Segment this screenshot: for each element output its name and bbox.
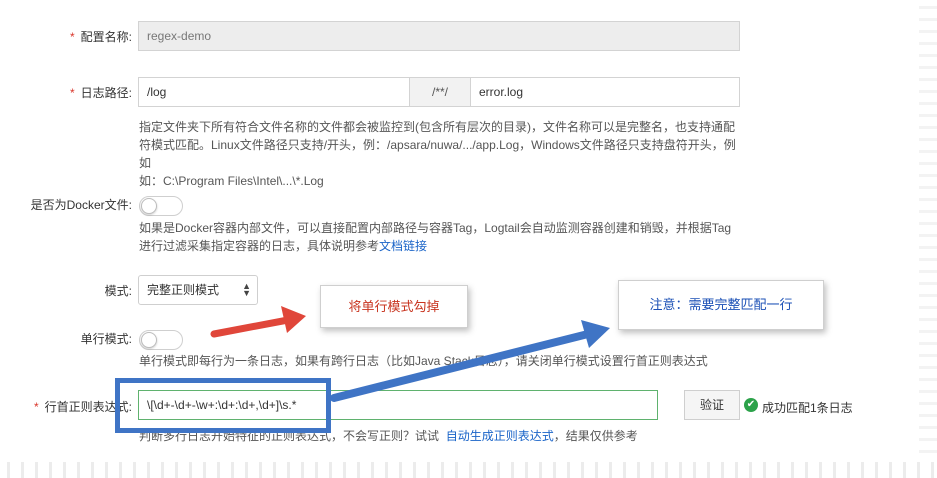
annotation-arrows <box>210 306 610 402</box>
red-arrow <box>210 306 306 338</box>
callout-uncheck-single-line: 将单行模式勾掉 <box>320 285 468 328</box>
blue-arrow <box>330 320 610 402</box>
callout-full-match-note: 注意：需要完整匹配一行 <box>618 280 824 330</box>
